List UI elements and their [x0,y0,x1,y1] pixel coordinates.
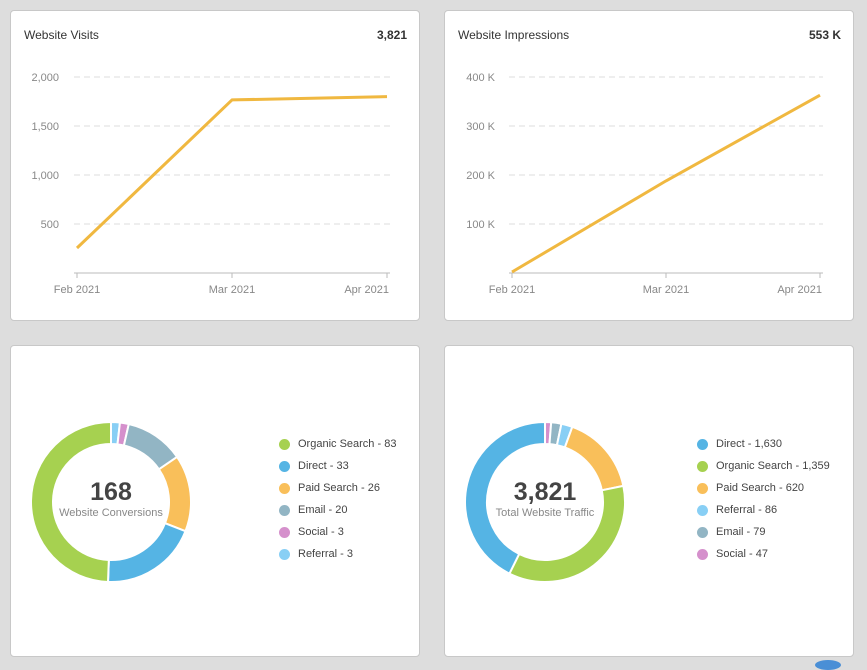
series-line[interactable] [75,95,388,250]
legend-item[interactable]: Paid Search - 26 [279,477,396,499]
legend-item[interactable]: Email - 79 [697,521,830,543]
legend-swatch-icon [697,504,708,516]
x-tick-label: Feb 2021 [54,284,100,296]
legend-label: Social - 3 [298,526,344,538]
legend-swatch-icon [279,548,290,560]
donut-center-label: 168 Website Conversions [31,478,191,520]
y-tick-label: 400 K [466,72,495,84]
total-website-traffic-card: 3,821 Total Website Traffic Direct - 1,6… [444,345,854,657]
y-tick-label: 1,500 [31,121,59,133]
x-tick-label: Feb 2021 [489,284,535,296]
legend-label: Direct - 1,630 [716,438,783,450]
legend-item[interactable]: Social - 47 [697,543,830,565]
legend-item[interactable]: Organic Search - 1,359 [697,455,830,477]
scroll-indicator[interactable] [815,660,841,670]
legend-label: Paid Search - 26 [298,482,380,494]
legend-swatch-icon [697,460,708,472]
card-total-value: 3,821 [376,28,407,42]
legend-swatch-icon [697,482,708,494]
website-impressions-card: Website Impressions 553 K 100 K 200 K 300 … [444,10,854,321]
legend-swatch-icon [697,548,708,560]
y-tick-label: 200 K [466,170,495,182]
x-tick-label: Mar 2021 [209,284,255,296]
x-tick-label: Apr 2021 [344,284,389,296]
legend-item[interactable]: Direct - 33 [279,455,396,477]
donut-caption: Website Conversions [59,507,163,519]
legend-label: Referral - 3 [298,548,354,560]
legend-swatch-icon [697,438,708,450]
y-tick-label: 500 [41,219,59,231]
legend-item[interactable]: Social - 3 [279,521,396,543]
legend-swatch-icon [279,526,290,538]
website-conversions-card: 168 Website Conversions Organic Search -… [10,345,420,657]
legend-label: Email - 79 [716,526,766,538]
legend-item[interactable]: Referral - 86 [697,499,830,521]
legend-swatch-icon [279,438,290,450]
legend-label: Organic Search - 1,359 [716,460,830,472]
legend-label: Organic Search - 83 [298,438,397,450]
card-total-value: 553 K [808,28,841,42]
website-impressions-line-chart: 100 K 200 K 300 K 400 K Feb 2021 Mar 2021 Apr … [466,72,823,296]
legend-label: Social - 47 [716,548,768,560]
chart-legend: Direct - 1,630 Organic Search - 1,359 Paid… [697,433,830,565]
card-title: Website Visits [24,28,99,42]
legend-label: Referral - 86 [716,504,778,516]
website-visits-line-chart: 500 1,000 1,500 2,000 Feb 2021 Mar 2021 Apr 20… [31,72,390,296]
legend-label: Paid Search - 620 [716,482,805,494]
donut-center-label: 3,821 Total Website Traffic [465,478,625,520]
donut-slice-direct[interactable] [106,521,187,583]
legend-label: Email - 20 [298,504,348,516]
legend-swatch-icon [697,526,708,538]
legend-swatch-icon [279,504,290,516]
x-tick-label: Mar 2021 [643,284,689,296]
y-tick-label: 100 K [466,219,495,231]
legend-swatch-icon [279,482,290,494]
chart-legend: Organic Search - 83 Direct - 33 Paid Searc… [279,433,396,565]
legend-item[interactable]: Email - 20 [279,499,396,521]
legend-item[interactable]: Organic Search - 83 [279,433,396,455]
legend-label: Direct - 33 [298,460,349,472]
legend-item[interactable]: Direct - 1,630 [697,433,830,455]
card-title: Website Impressions [458,28,570,42]
y-tick-label: 1,000 [31,170,59,182]
legend-item[interactable]: Paid Search - 620 [697,477,830,499]
donut-total: 3,821 [513,478,577,506]
legend-item[interactable]: Referral - 3 [279,543,396,565]
legend-swatch-icon [279,460,290,472]
series-line[interactable] [511,93,821,274]
y-tick-label: 2,000 [31,72,59,84]
x-tick-label: Apr 2021 [777,284,822,296]
donut-total: 168 [90,478,132,506]
website-visits-card: Website Visits 3,821 500 1,000 1,500 2,000 F… [10,10,420,321]
y-tick-label: 300 K [466,121,495,133]
donut-caption: Total Website Traffic [495,507,595,519]
